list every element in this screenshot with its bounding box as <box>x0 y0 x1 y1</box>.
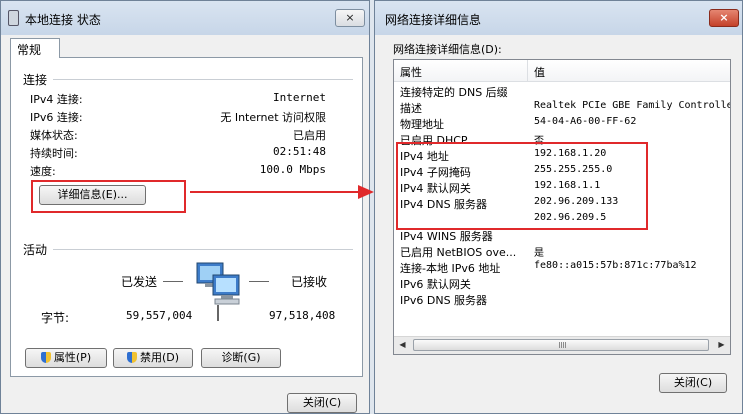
ip-info-highlight-box <box>396 142 648 230</box>
sent-label: 已发送 <box>121 275 158 289</box>
duration-value: 02:51:48 <box>273 145 326 158</box>
connection-divider <box>53 79 353 80</box>
ipv4-connectivity-label: IPv4 连接: <box>30 93 83 106</box>
scrollbar-thumb[interactable] <box>413 339 709 351</box>
right-close-icon[interactable]: × <box>709 9 739 27</box>
ipv6-connectivity-label: IPv6 连接: <box>30 111 83 124</box>
network-connection-details-window: 网络连接详细信息 × 网络连接详细信息(D): 属性 值 连接特定的 DNS 后… <box>374 0 743 414</box>
list-item[interactable]: 已启用 NetBIOS ove... 是 <box>394 244 730 260</box>
properties-button-label: 属性(P) <box>53 351 92 364</box>
left-window-title: 本地连接 状态 <box>25 13 101 27</box>
bytes-received-value: 97,518,408 <box>269 309 336 322</box>
disable-button[interactable]: 禁用(D) <box>113 348 193 368</box>
duration-label: 持续时间: <box>30 147 78 160</box>
details-subtitle: 网络连接详细信息(D): <box>393 43 502 56</box>
right-title-bar: 网络连接详细信息 × <box>375 1 742 35</box>
column-header-value[interactable]: 值 <box>528 60 730 82</box>
details-highlight-box <box>31 180 186 213</box>
list-item[interactable]: IPv4 WINS 服务器 <box>394 228 730 244</box>
bytes-sent-value: 59,557,004 <box>126 309 193 322</box>
speed-value: 100.0 Mbps <box>259 163 326 176</box>
list-item[interactable]: 连接特定的 DNS 后缀 <box>394 84 730 100</box>
diagnose-button[interactable]: 诊断(G) <box>201 348 281 368</box>
ipv6-connectivity-value: 无 Internet 访问权限 <box>220 111 326 124</box>
scroll-right-icon[interactable]: ▶ <box>713 337 730 353</box>
bytes-label: 字节: <box>41 311 70 325</box>
left-close-button[interactable]: 关闭(C) <box>287 393 357 413</box>
list-item[interactable]: 描述 Realtek PCIe GBE Family Controller <box>394 100 730 116</box>
received-line <box>249 281 269 282</box>
right-close-button[interactable]: 关闭(C) <box>659 373 727 393</box>
media-state-label: 媒体状态: <box>30 129 78 142</box>
ipv4-connectivity-value: Internet <box>273 91 326 104</box>
scroll-left-icon[interactable]: ◀ <box>394 337 411 353</box>
uac-shield-icon <box>40 352 51 363</box>
connection-heading: 连接 <box>23 73 48 87</box>
disable-button-label: 禁用(D) <box>139 351 180 364</box>
scrollbar-grip-icon <box>559 342 567 348</box>
activity-heading: 活动 <box>23 243 48 257</box>
details-list[interactable]: 属性 值 连接特定的 DNS 后缀 描述 Realtek PCIe GBE Fam… <box>393 59 731 355</box>
list-item[interactable]: IPv6 DNS 服务器 <box>394 292 730 308</box>
sent-line <box>163 281 183 282</box>
list-item[interactable]: IPv6 默认网关 <box>394 276 730 292</box>
received-label: 已接收 <box>291 275 328 289</box>
tab-general[interactable]: 常规 <box>10 38 60 58</box>
speed-label: 速度: <box>30 165 56 178</box>
uac-shield-icon <box>126 352 137 363</box>
right-window-title: 网络连接详细信息 <box>385 13 482 27</box>
left-title-bar: 本地连接 状态 × <box>1 1 369 35</box>
list-item[interactable]: 物理地址 54-04-A6-00-FF-62 <box>394 116 730 132</box>
left-close-icon[interactable]: × <box>335 9 365 27</box>
media-state-value: 已启用 <box>293 129 326 142</box>
local-connection-status-window: 本地连接 状态 × 常规 连接 IPv4 连接: Internet IPv6 连… <box>0 0 370 414</box>
activity-divider <box>53 249 353 250</box>
list-item[interactable]: 连接-本地 IPv6 地址 fe80::a015:57b:871c:77ba%12 <box>394 260 730 276</box>
properties-button[interactable]: 属性(P) <box>25 348 107 368</box>
column-header-property[interactable]: 属性 <box>394 60 528 82</box>
network-activity-icon <box>196 262 240 321</box>
horizontal-scrollbar[interactable]: ◀ ▶ <box>394 336 730 354</box>
red-arrow-icon <box>190 185 374 199</box>
network-adapter-icon <box>8 10 19 26</box>
